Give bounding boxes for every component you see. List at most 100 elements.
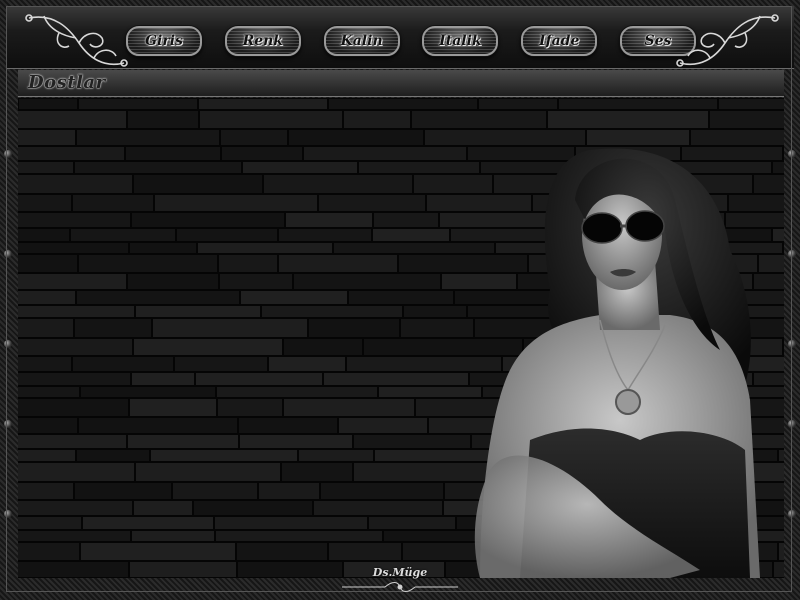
nav-button-kalin[interactable]: Kalin (323, 26, 400, 56)
stone-brick (18, 128, 77, 147)
stone-brick (771, 160, 784, 175)
stone-brick (173, 355, 269, 373)
stone-brick (18, 227, 71, 243)
stone-brick (75, 448, 151, 463)
nav-button-label: Italik (439, 33, 482, 49)
stone-brick (238, 433, 354, 450)
stone-brick (194, 371, 324, 387)
stone-brick (213, 515, 369, 531)
stone-brick (126, 272, 220, 291)
nav-button-ifade[interactable]: Ifade (521, 26, 598, 56)
stone-brick (18, 173, 134, 195)
stone-brick (132, 173, 264, 195)
stone-brick (377, 385, 483, 399)
footer-signature-area: Ds.Müge (320, 566, 480, 596)
stone-brick (772, 560, 784, 578)
ornament-divider-icon (342, 582, 458, 592)
stone-brick (77, 416, 239, 435)
signature-text: Ds.Müge (372, 566, 428, 579)
nav-button-italik[interactable]: Italik (422, 26, 499, 56)
stone-brick (71, 355, 175, 373)
stone-brick (18, 304, 136, 319)
stone-brick (18, 416, 79, 435)
stone-brick (77, 98, 199, 111)
stone-brick (237, 416, 339, 435)
stone-brick (771, 227, 784, 243)
stone-brick (327, 98, 479, 111)
stone-brick (18, 317, 75, 339)
stone-brick (18, 98, 79, 111)
nav-button-label: Giris (145, 33, 183, 49)
stone-brick (367, 515, 457, 531)
stone-brick (307, 317, 401, 339)
stone-brick (126, 433, 240, 450)
stone-brick (322, 371, 470, 387)
stone-brick (402, 304, 468, 319)
stone-brick (277, 253, 399, 274)
stone-brick (18, 448, 77, 463)
stone-brick (69, 227, 177, 243)
stone-brick (782, 241, 784, 255)
stone-brick (197, 98, 329, 111)
stone-brick (124, 145, 222, 162)
panel-title: Dostlar (28, 72, 106, 93)
stone-brick (217, 253, 279, 274)
woman-portrait-image (474, 148, 760, 578)
stone-brick (18, 241, 130, 255)
stone-brick (128, 560, 238, 578)
stone-brick (777, 448, 784, 463)
stone-brick (132, 337, 284, 357)
stone-brick (287, 128, 425, 147)
stone-brick (130, 371, 196, 387)
stone-brick (239, 289, 349, 306)
stone-brick (262, 173, 414, 195)
rivet-icon (4, 340, 12, 348)
chat-area[interactable] (18, 98, 784, 578)
nav-button-giris[interactable]: Giris (126, 26, 202, 56)
stone-brick (260, 304, 404, 319)
stone-brick (214, 529, 384, 543)
stone-brick (81, 515, 215, 531)
rivet-icon (788, 340, 796, 348)
stone-brick (371, 227, 451, 243)
stone-brick (216, 397, 284, 418)
stone-brick (410, 109, 548, 130)
stone-brick (327, 541, 403, 562)
stone-brick (18, 499, 134, 517)
stone-brick (18, 160, 75, 175)
stone-brick (18, 289, 77, 306)
stone-brick (75, 128, 221, 147)
rivet-icon (788, 510, 796, 518)
stone-brick (18, 385, 81, 399)
stone-brick (130, 529, 216, 543)
stone-brick (257, 481, 321, 501)
nav-button-label: Ses (644, 33, 672, 49)
stone-brick (317, 193, 427, 213)
stone-brick (284, 211, 374, 229)
nav-button-group: Giris Renk Kalin Italik Ifade Ses (126, 20, 696, 62)
stone-brick (151, 317, 309, 339)
stone-brick (73, 160, 243, 175)
nav-button-label: Ifade (539, 33, 580, 49)
stone-brick (337, 416, 429, 435)
stone-brick (708, 109, 784, 130)
nav-button-label: Renk (242, 33, 283, 49)
stone-brick (302, 145, 468, 162)
stone-brick (149, 448, 299, 463)
stone-brick (782, 145, 784, 162)
stone-brick (280, 461, 354, 483)
stone-brick (128, 397, 218, 418)
stone-brick (71, 193, 155, 213)
ornament-swirl-icon (25, 14, 128, 67)
stone-brick (267, 355, 347, 373)
stone-brick (73, 317, 153, 339)
stone-brick (18, 433, 128, 450)
stone-brick (18, 211, 132, 229)
stone-brick (192, 499, 314, 517)
stone-brick (235, 541, 329, 562)
nav-button-renk[interactable]: Renk (224, 26, 301, 56)
stone-brick (73, 481, 173, 501)
top-navigation-bar: Giris Renk Kalin Italik Ifade Ses (6, 6, 794, 69)
stone-brick (18, 560, 130, 578)
stone-brick (18, 481, 75, 501)
